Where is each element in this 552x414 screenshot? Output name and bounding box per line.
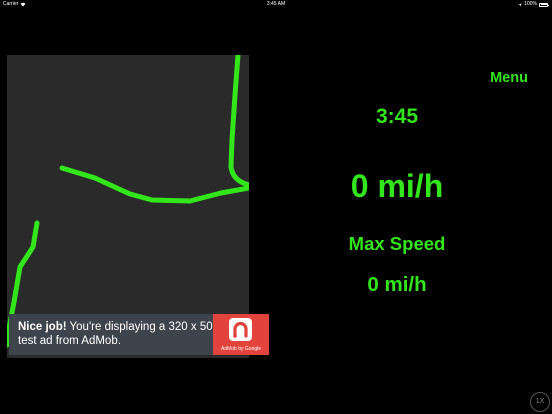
current-speed: 0 mi/h <box>350 168 444 204</box>
ad-headline: Nice job! <box>18 321 67 333</box>
battery-indicator: 100% <box>518 0 549 9</box>
max-speed-label: Max Speed <box>348 233 446 254</box>
admob-icon <box>233 321 248 338</box>
speedometer-screen: Carrier 3:45 AM 100% Nice job! You're di… <box>0 0 552 414</box>
elapsed-time: 3:45 <box>375 105 419 128</box>
battery-percent: 100% <box>524 1 537 7</box>
status-time: 3:45 AM <box>266 1 286 7</box>
route-map[interactable] <box>7 55 249 358</box>
location-arrow-icon <box>518 2 522 7</box>
status-bar: Carrier 3:45 AM 100% <box>0 0 552 9</box>
admob-brand-label: AdMob by Google <box>220 346 262 352</box>
route-segment-middle <box>59 165 249 204</box>
ad-message: Nice job! You're displaying a 320 x 50 t… <box>18 320 216 348</box>
route-trace <box>7 55 249 348</box>
max-speed-value: 0 mi/h <box>367 273 427 296</box>
zoom-button[interactable]: 1X <box>530 392 550 412</box>
admob-logo-panel: AdMob by Google <box>213 314 269 355</box>
menu-button[interactable]: Menu <box>480 68 538 88</box>
battery-icon <box>539 2 549 7</box>
route-segment-upper <box>228 55 249 188</box>
ad-banner[interactable]: Nice job! You're displaying a 320 x 50 t… <box>9 314 269 355</box>
admob-logo <box>229 318 252 341</box>
